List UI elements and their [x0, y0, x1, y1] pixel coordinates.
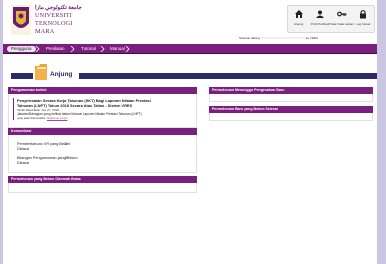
toolbar-logout-button[interactable]: Log Keluar: [353, 6, 374, 32]
main-nav: Pengguna Penilaian Tutorial Manual: [3, 44, 377, 54]
komunikasi-panel-header: Komunikasi: [8, 128, 197, 135]
announcement-footer: yang telah dikemaskini. Maklumat Lanjut: [17, 116, 196, 120]
pengumuman-panel-body: Penyelesaian Secara Kerja Tahunan (SKT) …: [8, 94, 197, 128]
university-line-1: UNIVERSITI: [35, 12, 72, 19]
header: جامعة تكنولوجي مارا UNIVERSITI TEKNOLOGI…: [3, 0, 377, 43]
key-icon: [336, 11, 347, 17]
announcement-more-link[interactable]: Maklumat Lanjut: [47, 116, 68, 120]
pengumuman-panel: Pengumuman terkini Penyelesaian Secara K…: [8, 87, 197, 128]
toolbar-anjung-button[interactable]: Anjung: [288, 6, 309, 32]
komunikasi-panel-body: Pemberitahuan VR yang Belum Dibaca : 2 B…: [8, 135, 197, 173]
nav-item-penilaian[interactable]: Penilaian: [42, 46, 69, 52]
user-profile-icon: [315, 10, 324, 18]
university-line-3: MARA: [35, 28, 55, 35]
title-rule-left: [11, 73, 33, 79]
permohonan-semak-panel: Permohonan yang Belum Disemak Balas: [8, 176, 197, 193]
permohonan-sokongan-panel-header: Permohonan Menunggu Pengesahan Baru: [209, 87, 373, 94]
lock-icon: [360, 9, 367, 19]
welcome-user: XXXXXXXXXXXXXXXXXXXXXX: [260, 36, 305, 40]
bayaran-panel-header: Permohonan Baru yang Belum Selesai: [209, 106, 373, 113]
stat-label-line-2: Dibaca: [17, 146, 29, 151]
uitm-crest-icon: [11, 5, 31, 35]
uitm-logo[interactable]: جامعة تكنولوجي مارا UNIVERSITI TEKNOLOGI…: [11, 4, 91, 38]
stat-label-line-2: Dibaca: [17, 160, 29, 165]
university-line-2: TEKNOLOGI: [35, 20, 73, 27]
nav-item-pengguna[interactable]: Pengguna: [7, 45, 36, 52]
bayaran-panel: Permohonan Baru yang Belum Selesai: [209, 106, 373, 121]
nav-item-tutorial-label: Tutorial: [81, 46, 96, 51]
nav-item-penilaian-label: Penilaian: [46, 46, 65, 51]
toolbar-anjung-label: Anjung: [293, 22, 304, 26]
permohonan-sokongan-panel: Permohonan Menunggu Pengesahan Baru: [209, 87, 373, 102]
welcome-prefix: Selamat datang: [239, 36, 261, 40]
title-rule-right: [79, 73, 377, 79]
welcome-suffix: ke VRES: [305, 36, 318, 40]
permohonan-sokongan-panel-body: [209, 94, 373, 102]
toolbar-logout-label: Log Keluar: [356, 22, 371, 26]
nav-item-manual-label: Manual: [110, 46, 125, 51]
top-toolbar: Anjung Profil Peribadi Tukar Kata Laluan: [287, 5, 375, 33]
pengumuman-panel-title: Pengumuman terkini: [11, 87, 50, 94]
permohonan-sokongan-panel-title: Permohonan Menunggu Pengesahan Baru: [212, 87, 288, 94]
nav-item-tutorial[interactable]: Tutorial: [77, 46, 100, 52]
announcement-footer-text: yang telah dikemaskini.: [17, 116, 47, 121]
bayaran-panel-title: Permohonan Baru yang Belum Selesai: [212, 106, 281, 113]
university-name-jawi: جامعة تكنولوجي مارا: [35, 5, 82, 11]
stat-colon: :: [59, 156, 61, 160]
nav-separator-icon: [70, 46, 75, 52]
toolbar-kata-laluan-button[interactable]: Tukar Kata Laluan: [329, 6, 354, 32]
nav-item-pengguna-label: Pengguna: [11, 45, 32, 51]
vres-page: جامعة تكنولوجي مارا UNIVERSITI TEKNOLOGI…: [3, 0, 377, 264]
permohonan-semak-panel-body: [8, 183, 197, 193]
komunikasi-panel: Komunikasi Pemberitahuan VR yang Belum D…: [8, 128, 197, 173]
toolbar-profil-button[interactable]: Profil Peribadi: [309, 6, 330, 32]
page-title: Anjung: [50, 71, 73, 78]
stat-value: 0: [65, 156, 68, 160]
toolbar-profil-label: Profil Peribadi: [310, 22, 330, 26]
permohonan-semak-panel-title: Permohonan yang Belum Disemak Balas: [11, 176, 84, 183]
stat-row[interactable]: Bilangan Pengumuman yang Belum Dibaca : …: [17, 156, 196, 166]
permohonan-semak-panel-header: Permohonan yang Belum Disemak Balas: [8, 176, 197, 183]
nav-separator-icon: [125, 46, 130, 52]
bayaran-panel-body: [209, 113, 373, 121]
university-name: جامعة تكنولوجي مارا UNIVERSITI TEKNOLOGI…: [35, 4, 82, 36]
pengumuman-panel-header: Pengumuman terkini: [8, 87, 197, 94]
stat-row[interactable]: Pemberitahuan VR yang Belum Dibaca : 2: [17, 142, 196, 152]
home-icon: [294, 10, 303, 18]
stat-value: 2: [65, 142, 68, 146]
stat-colon: :: [59, 142, 61, 146]
folder-icon: [35, 64, 47, 80]
komunikasi-panel-title: Komunikasi: [11, 128, 35, 135]
toolbar-kata-laluan-label: Tukar Kata Laluan: [329, 22, 354, 26]
page-title-band: Anjung: [11, 63, 377, 85]
announcement-item: Penyelesaian Secara Kerja Tahunan (SKT) …: [13, 98, 196, 121]
welcome-text: Selamat datang XXXXXXXXXXXXXXXXXXXXXX ke…: [239, 36, 318, 40]
nav-separator-icon: [35, 46, 40, 52]
